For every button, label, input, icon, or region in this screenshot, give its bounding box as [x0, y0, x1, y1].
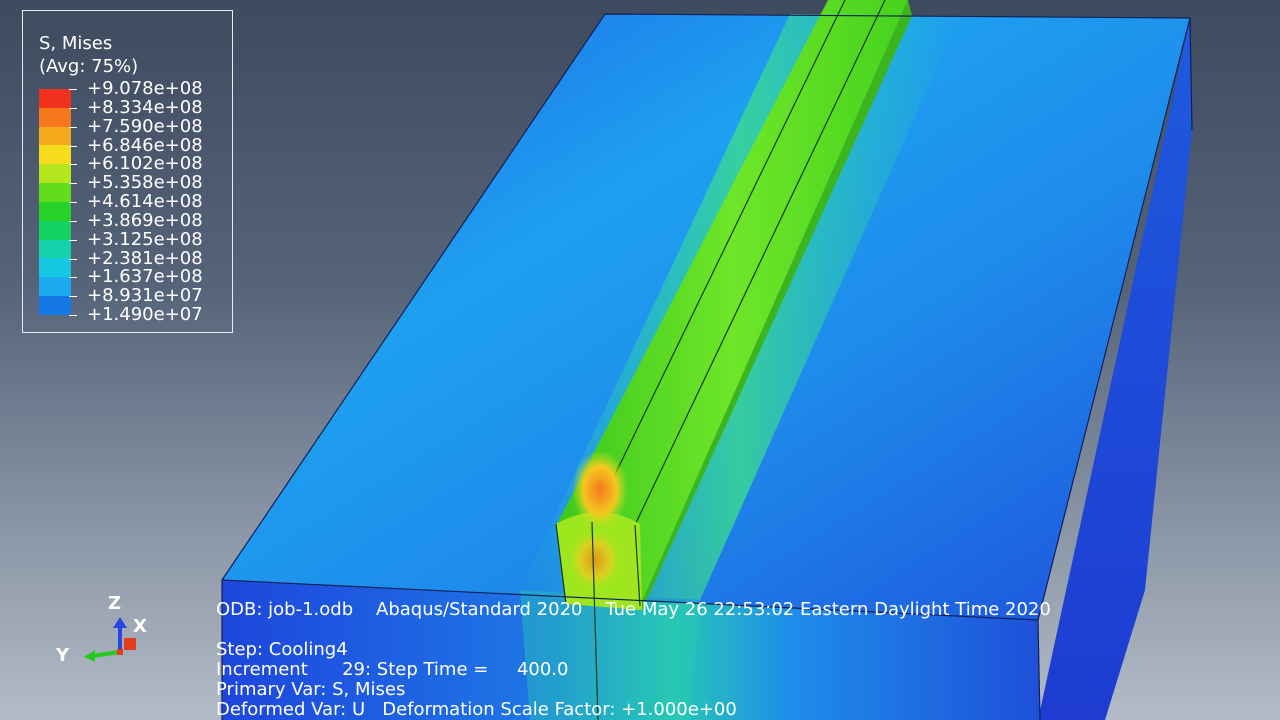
legend-tick	[69, 126, 77, 128]
legend-value-label: +7.590e+08	[87, 115, 203, 137]
legend-color-segment	[39, 183, 71, 202]
legend-color-bar	[39, 89, 71, 315]
legend-tick	[69, 145, 77, 147]
legend-tick	[69, 202, 77, 203]
legend-color-segment	[39, 89, 71, 108]
legend-color-segment	[39, 277, 71, 297]
deformed-var-info: Deformed Var: U Deformation Scale Factor…	[216, 699, 737, 720]
legend-tick	[69, 258, 77, 260]
legend-value-label: +4.614e+08	[87, 191, 203, 212]
legend-tick	[69, 239, 77, 241]
legend-tick	[69, 164, 77, 166]
legend-color-segment	[39, 126, 71, 146]
contour-legend: S, Mises (Avg: 75%) +9.078e+08 +8.334e+08…	[22, 10, 233, 333]
legend-color-segment	[39, 107, 71, 127]
step-info: Step: Cooling4	[216, 639, 348, 660]
legend-color-segment	[39, 145, 71, 165]
legend-tick	[69, 277, 77, 279]
legend-value-label: +1.490e+07	[87, 304, 203, 325]
legend-tick	[69, 220, 77, 222]
legend-value-label: +5.358e+08	[87, 172, 203, 194]
legend-subtitle: (Avg: 75%)	[39, 56, 139, 77]
legend-title: S, Mises	[39, 33, 113, 54]
legend-color-segment	[39, 296, 71, 315]
legend-tick	[69, 183, 77, 185]
primary-var-info: Primary Var: S, Mises	[216, 679, 406, 700]
legend-tick	[69, 107, 77, 109]
triad-x-label: X	[133, 616, 147, 637]
legend-color-segment	[39, 201, 71, 221]
hot-spot	[569, 530, 621, 590]
legend-value-label: +6.102e+08	[87, 153, 203, 175]
increment-info: Increment 29: Step Time = 400.0	[216, 659, 569, 680]
triad-z-label: Z	[108, 593, 122, 614]
legend-value-label: +1.637e+08	[87, 266, 203, 288]
axis-triad	[84, 617, 136, 662]
hot-spot	[572, 450, 628, 530]
legend-tick	[69, 315, 77, 316]
odb-info-line: ODB: job-1.odb Abaqus/Standard 2020 Tue …	[216, 599, 1051, 620]
legend-value-label: +2.381e+08	[87, 247, 203, 269]
legend-tick	[69, 296, 77, 298]
legend-value-label: +3.869e+08	[87, 209, 203, 231]
legend-value-label: +3.125e+08	[87, 228, 203, 250]
legend-color-segment	[39, 164, 71, 184]
legend-value-label: +6.846e+08	[87, 134, 203, 156]
legend-color-segment	[39, 239, 71, 259]
legend-color-segment	[39, 258, 71, 278]
legend-value-label: +8.334e+08	[87, 96, 203, 118]
legend-tick	[69, 89, 77, 90]
triad-y-label: Y	[56, 645, 70, 666]
legend-value-label: +9.078e+08	[87, 78, 203, 99]
legend-color-segment	[39, 220, 71, 240]
legend-value-label: +8.931e+07	[87, 285, 203, 307]
